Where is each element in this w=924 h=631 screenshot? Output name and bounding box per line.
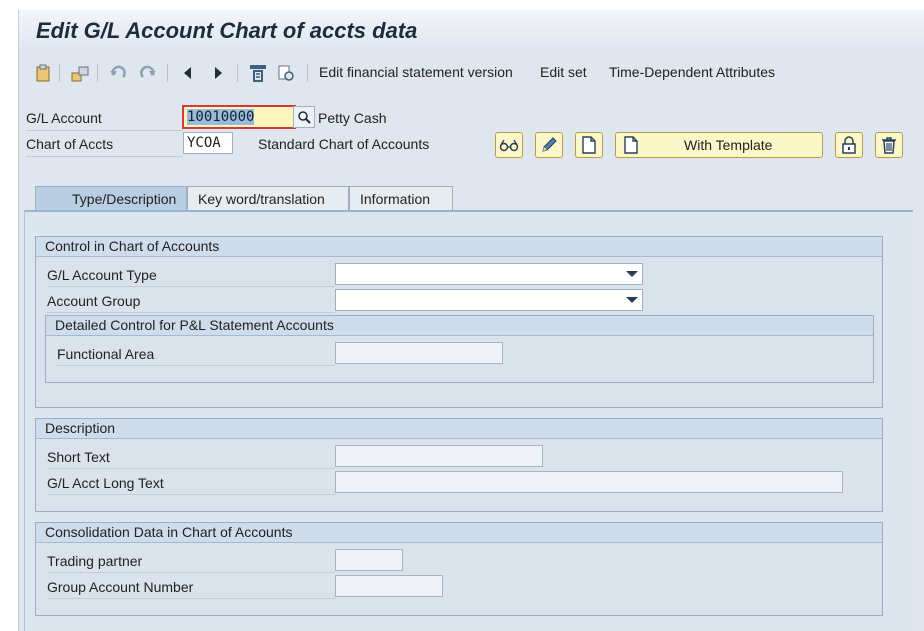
title-bar: Edit G/L Account Chart of accts data (19, 10, 924, 52)
template-document-icon (623, 136, 639, 157)
functional-area-input[interactable] (335, 342, 503, 364)
chevron-down-icon (626, 297, 638, 303)
tab-information[interactable]: Information (349, 186, 453, 211)
short-text-input[interactable] (335, 445, 543, 467)
tab-content-type-description: Control in Chart of Accounts G/L Account… (24, 210, 913, 631)
where-used-icon[interactable] (273, 60, 299, 86)
new-document-icon (582, 136, 596, 154)
functional-area-label: Functional Area (57, 346, 155, 362)
page-title: Edit G/L Account Chart of accts data (36, 18, 418, 43)
trading-partner-label: Trading partner (47, 553, 143, 569)
chevron-down-icon (626, 271, 638, 277)
tab-key-word-translation[interactable]: Key word/translation (187, 186, 349, 211)
chart-of-accounts-input[interactable]: YCOA (183, 132, 233, 154)
chart-of-accounts-description: Standard Chart of Accounts (258, 136, 430, 152)
account-group-dropdown[interactable] (335, 289, 643, 311)
transport-icon[interactable] (67, 60, 93, 86)
next-icon[interactable] (205, 60, 231, 86)
undo-icon[interactable] (105, 60, 131, 86)
with-template-label: With Template (684, 137, 773, 153)
group-account-input[interactable] (335, 575, 443, 597)
create-button[interactable] (575, 132, 603, 158)
search-help-icon[interactable] (293, 106, 315, 128)
previous-icon[interactable] (175, 60, 201, 86)
hierarchy-icon[interactable] (245, 60, 271, 86)
group-account-label: Group Account Number (47, 579, 194, 595)
lock-icon (842, 136, 856, 154)
application-toolbar: Edit financial statement version Edit se… (19, 56, 924, 90)
edit-fs-version-button[interactable]: Edit financial statement version (319, 64, 513, 80)
pl-control-title: Detailed Control for P&L Statement Accou… (46, 316, 873, 336)
glasses-icon (499, 139, 519, 152)
description-group-title: Description (36, 419, 882, 439)
gl-account-label: G/L Account (26, 110, 102, 126)
edit-set-button[interactable]: Edit set (540, 64, 587, 80)
account-group-label: Account Group (47, 293, 141, 309)
short-text-label: Short Text (47, 449, 110, 465)
long-text-label: G/L Acct Long Text (47, 475, 164, 491)
pencil-icon (542, 137, 557, 152)
tab-type-description[interactable]: Type/Description (35, 186, 187, 212)
trash-icon (882, 137, 896, 154)
clipboard-icon[interactable] (31, 60, 57, 86)
edit-button[interactable] (535, 132, 563, 158)
with-template-button[interactable]: With Template (615, 132, 823, 158)
display-button[interactable] (495, 132, 523, 158)
gl-account-description: Petty Cash (318, 110, 387, 126)
gl-account-value: 10010000 (187, 109, 255, 125)
redo-icon[interactable] (135, 60, 161, 86)
account-type-dropdown[interactable] (335, 263, 643, 285)
consolidation-group-title: Consolidation Data in Chart of Accounts (36, 523, 882, 543)
long-text-input[interactable] (335, 471, 843, 493)
sap-window: Edit G/L Account Chart of accts data Edi… (18, 10, 924, 631)
trading-partner-input[interactable] (335, 549, 403, 571)
description-group: Description Short Text G/L Acct Long Tex… (35, 418, 883, 512)
account-type-label: G/L Account Type (47, 267, 157, 283)
control-group-title: Control in Chart of Accounts (36, 237, 882, 257)
pl-control-group: Detailed Control for P&L Statement Accou… (45, 315, 874, 383)
time-dependent-attributes-button[interactable]: Time-Dependent Attributes (609, 64, 775, 80)
control-group: Control in Chart of Accounts G/L Account… (35, 236, 883, 408)
gl-account-input[interactable]: 10010000 (182, 105, 296, 129)
lock-button[interactable] (835, 132, 863, 158)
consolidation-group: Consolidation Data in Chart of Accounts … (35, 522, 883, 616)
delete-button[interactable] (875, 132, 903, 158)
chart-of-accounts-label: Chart of Accts (26, 136, 114, 152)
